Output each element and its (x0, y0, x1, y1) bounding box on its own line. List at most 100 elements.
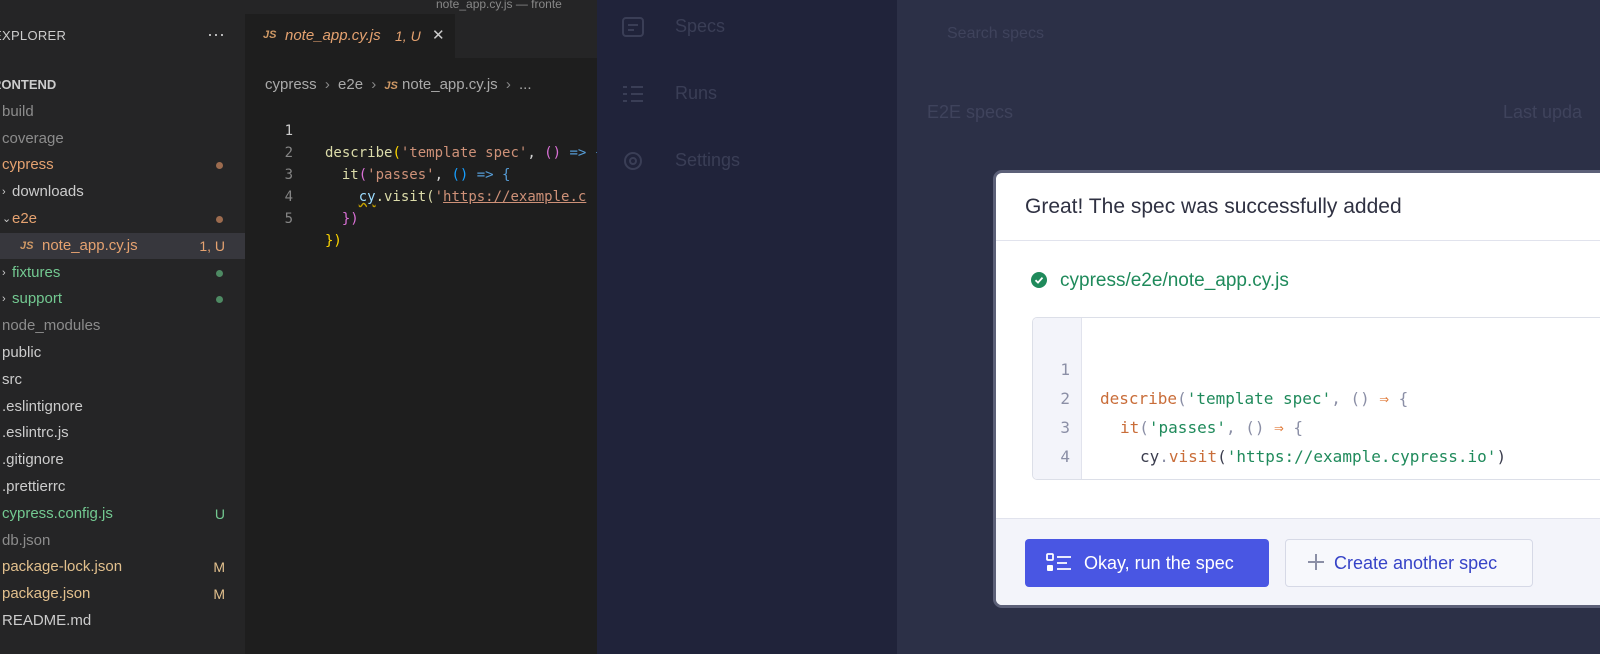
close-icon[interactable]: ✕ (432, 26, 445, 44)
tree-item[interactable]: › support (0, 286, 245, 312)
tree-item-label: RONTEND (0, 77, 57, 92)
run-spec-button[interactable]: Okay, run the spec (1025, 539, 1269, 587)
code-line: 2 it('passes', () ⇒ { (1033, 355, 1600, 437)
spec-added-modal: Great! The spec was successfully added c… (996, 173, 1600, 605)
js-file-icon: JS (20, 239, 34, 252)
tree-item[interactable]: › downloads (0, 179, 245, 205)
nav-item-specs[interactable]: Specs (597, 6, 897, 46)
tree-item[interactable]: package-lock.json M (0, 554, 245, 580)
nav-item-runs[interactable]: Runs (597, 73, 897, 113)
tree-item[interactable]: cypress (0, 152, 245, 178)
tree-item-label: package-lock.json (2, 558, 123, 576)
js-file-icon: JS (263, 29, 277, 41)
tree-item[interactable]: coverage (0, 126, 245, 152)
chevron-down-icon: ⌄ (2, 213, 12, 225)
tree-item-label: db.json (2, 531, 51, 549)
code-line: 3 cy.visit('https://example.cypress.io') (1033, 384, 1600, 466)
tree-item-label: .prettierrc (2, 478, 66, 495)
cypress-sidebar: Specs Runs Settings (597, 0, 897, 654)
code-line: 5 }) (1033, 442, 1600, 479)
js-file-icon: JS (384, 80, 398, 92)
breadcrumb-item-e2e[interactable]: e2e (338, 76, 363, 93)
tree-item-label: .eslintignore (2, 397, 83, 415)
window-title: note_app.cy.js — fronte (436, 0, 562, 11)
tree-item-label: README.md (2, 612, 92, 629)
git-status-badge: U (214, 505, 225, 522)
chevron-right-icon: › (324, 76, 330, 93)
tree-item[interactable]: node_modules (0, 313, 245, 339)
breadcrumb-item-cypress[interactable]: cypress (265, 76, 317, 93)
breadcrumb-more[interactable]: ... (519, 76, 532, 93)
code-preview: 1 describe('template spec', () ⇒ { 2 it(… (1032, 317, 1600, 480)
tree-item-label: .gitignore (2, 451, 64, 469)
tab-status: 1, U (395, 28, 421, 44)
tree-item-label: build (2, 102, 34, 120)
tree-item[interactable]: .gitignore (0, 447, 245, 473)
explorer-sidebar: EXPLORER ··· RONTEND build coverage cypress… (0, 14, 245, 654)
chevron-right-icon: › (2, 186, 6, 199)
create-another-spec-button[interactable]: Create another spec (1285, 539, 1533, 587)
nav-item-settings[interactable]: Settings (597, 140, 897, 180)
nav-label-specs: Specs (675, 16, 726, 36)
code-line: 3 cy.visit('https://example.c (245, 142, 597, 205)
tree-item-label: e2e (12, 210, 38, 227)
line-number: 5 (284, 211, 293, 227)
tab-note-app[interactable]: JS note_app.cy.js 1, U ✕ (245, 14, 455, 58)
tree-item-label: fixtures (12, 263, 61, 281)
tab-label: note_app.cy.js (285, 27, 381, 44)
line-number: 5 (1033, 471, 1070, 479)
last-updated-heading: Last upda (1503, 102, 1583, 122)
tree-item[interactable]: cypress.config.js U (0, 501, 245, 527)
specs-icon (622, 17, 644, 37)
tree-item[interactable]: db.json (0, 528, 245, 554)
tree-item[interactable]: .eslintignore (0, 394, 245, 420)
tree-item[interactable]: ⌄ e2e (0, 206, 245, 232)
chevron-right-icon: › (2, 266, 6, 279)
gear-icon (624, 152, 642, 170)
tree-item[interactable]: › fixtures (0, 260, 245, 286)
tree-item[interactable]: src (0, 367, 245, 393)
create-another-spec-label: Create another spec (1334, 553, 1498, 573)
tab-bar: JS note_app.cy.js 1, U ✕ (245, 14, 597, 58)
search-input[interactable]: Search specs (947, 25, 1044, 43)
git-status-badge: M (213, 559, 225, 576)
vscode-window: note_app.cy.js — fronte EXPLORER ··· RON… (0, 0, 597, 654)
git-status-dot (216, 216, 223, 223)
editor-area: JS note_app.cy.js 1, U ✕ cypress › e2e ›… (245, 14, 597, 654)
code-line: 5 }) (245, 186, 597, 249)
explorer-more-icon[interactable]: ··· (207, 24, 225, 45)
tree-item[interactable]: build (0, 99, 245, 125)
code-line: 4 }) (245, 164, 597, 227)
tree-item-label: .eslintrc.js (2, 424, 69, 442)
code-line: 1 describe('template spec', () => { (245, 98, 597, 161)
spec-path: cypress/e2e/note_app.cy.js (1060, 270, 1289, 291)
modal-title: Great! The spec was successfully added (1025, 195, 1402, 218)
run-spec-label: Okay, run the spec (1084, 553, 1234, 573)
code-line: 2 it('passes', () => { (245, 120, 597, 183)
tree-item[interactable]: README.md (0, 608, 245, 634)
divider (996, 240, 1600, 241)
tree-item-label: src (2, 370, 22, 388)
tree-item[interactable]: JS note_app.cy.js 1, U (0, 232, 245, 259)
tree-item[interactable]: .eslintrc.js (0, 420, 245, 446)
code-line: 4 }) (1033, 413, 1600, 479)
tree-item-label: support (12, 290, 63, 308)
chevron-right-icon: › (2, 293, 6, 306)
code-editor[interactable]: 1 describe('template spec', () => { 2 it… (245, 98, 597, 249)
breadcrumb-item-file[interactable]: note_app.cy.js (402, 76, 498, 93)
tree-item-label: note_app.cy.js (42, 236, 138, 254)
tree-item[interactable]: public (0, 340, 245, 366)
tree-item-label: cypress (2, 156, 54, 174)
chevron-right-icon: › (505, 76, 511, 93)
tree-item[interactable]: package.json M (0, 581, 245, 607)
git-status-badge: M (213, 586, 225, 603)
chevron-right-icon: › (371, 76, 377, 93)
git-status-badge: 1, U (199, 237, 225, 254)
git-status-dot (216, 269, 223, 277)
tree-item[interactable]: RONTEND (0, 72, 245, 98)
tree-item[interactable]: .prettierrc (0, 474, 245, 500)
check-circle-icon (1031, 272, 1047, 288)
git-status-dot (216, 296, 223, 304)
nav-label-runs: Runs (675, 83, 718, 103)
modal-footer: Okay, run the spec Create another spec (996, 518, 1600, 605)
